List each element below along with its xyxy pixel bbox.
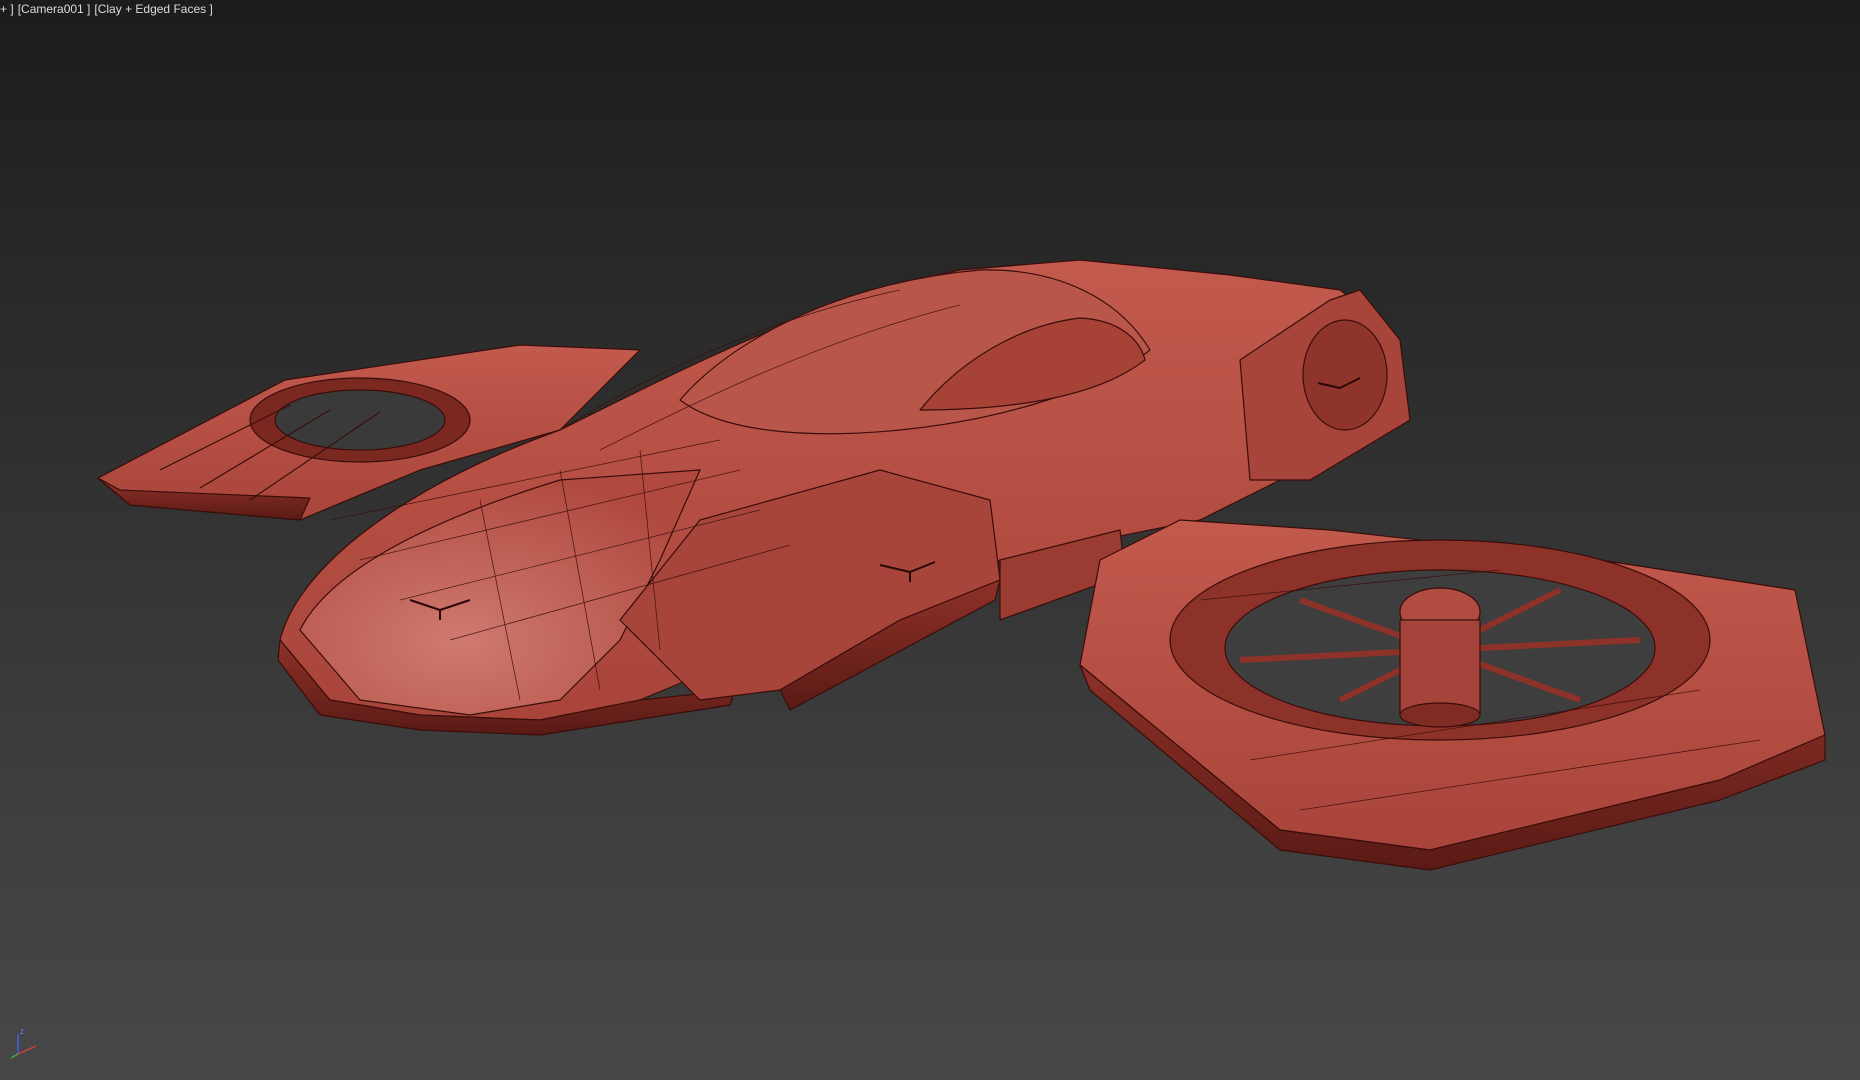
right-fan-housing bbox=[1079, 519, 1826, 871]
axis-gizmo: z bbox=[10, 1027, 37, 1059]
z-axis-label: z bbox=[20, 1027, 24, 1036]
vehicle-model[interactable] bbox=[97, 259, 1826, 871]
viewport-canvas[interactable] bbox=[0, 0, 1860, 1080]
